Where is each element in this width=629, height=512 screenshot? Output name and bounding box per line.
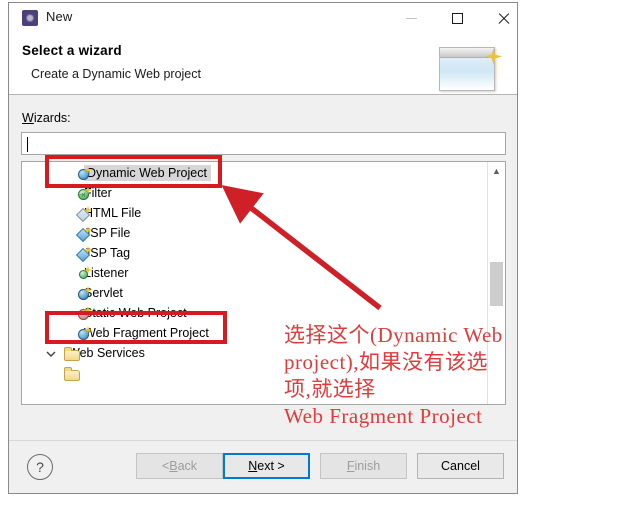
finish-mnemonic: F <box>346 459 355 473</box>
eclipse-gear-icon <box>22 10 38 26</box>
back-mnemonic: B <box>169 459 178 473</box>
wizard-filter-input[interactable] <box>21 132 506 155</box>
maximize-button[interactable] <box>434 3 480 33</box>
static-web-project-icon <box>77 306 92 321</box>
jsp-tag-icon <box>77 246 92 261</box>
pointer-arrow <box>221 184 382 311</box>
folder-icon <box>64 366 80 381</box>
wizards-label-mnemonic: W <box>22 111 34 125</box>
close-button[interactable] <box>480 3 526 33</box>
jsp-file-icon <box>77 226 92 241</box>
next-button[interactable]: Next > <box>223 453 310 479</box>
web-project-globe-icon <box>77 166 92 181</box>
html-file-icon <box>77 206 92 221</box>
list-item-label: Static Web Project <box>84 306 187 320</box>
scrollbar-thumb[interactable] <box>490 262 503 306</box>
list-item-label: HTML File <box>84 206 142 220</box>
page-description: Create a Dynamic Web project <box>31 67 201 81</box>
help-button[interactable]: ? <box>27 454 53 480</box>
cancel-button[interactable]: Cancel <box>417 453 504 479</box>
back-prefix: < <box>161 459 170 473</box>
dialog-titlebar: New <box>9 3 517 33</box>
web-fragment-globe-icon <box>77 326 92 341</box>
screenshot-root: New Select a wizard Create a Dynamic Web… <box>0 0 629 512</box>
wizards-label: Wizards: <box>22 111 71 125</box>
wizard-banner-icon <box>433 39 511 93</box>
filter-icon: ⇥ <box>77 186 92 201</box>
minimize-icon <box>405 17 417 19</box>
close-icon <box>497 12 510 25</box>
text-caret <box>27 137 28 152</box>
maximize-icon <box>451 12 463 24</box>
next-mnemonic: N <box>248 459 258 473</box>
annotation-note: 选择这个(Dynamic Web project),如果没有该选 项,就选择 W… <box>284 323 503 428</box>
listener-icon <box>77 266 92 281</box>
finish-rest: inish <box>354 459 381 473</box>
wizard-header: Select a wizard Create a Dynamic Web pro… <box>9 33 517 95</box>
list-item-label: Dynamic Web Project <box>84 165 211 181</box>
minimize-button[interactable] <box>388 3 434 33</box>
next-rest: ext > <box>257 459 285 473</box>
dialog-title: New <box>46 9 73 24</box>
finish-button[interactable]: Finish <box>320 453 407 479</box>
servlet-icon <box>77 286 92 301</box>
chevron-down-icon[interactable] <box>46 349 56 358</box>
dialog-footer: ? < Back Next > Finish Cancel <box>9 440 517 493</box>
wizards-label-rest: izards: <box>33 111 71 125</box>
page-title: Select a wizard <box>22 43 122 58</box>
folder-icon <box>64 346 80 361</box>
back-rest: ack <box>177 459 198 473</box>
back-button[interactable]: < Back <box>136 453 223 479</box>
list-item-label: Web Fragment Project <box>84 326 209 340</box>
scroll-up-icon[interactable]: ▲ <box>488 162 505 179</box>
